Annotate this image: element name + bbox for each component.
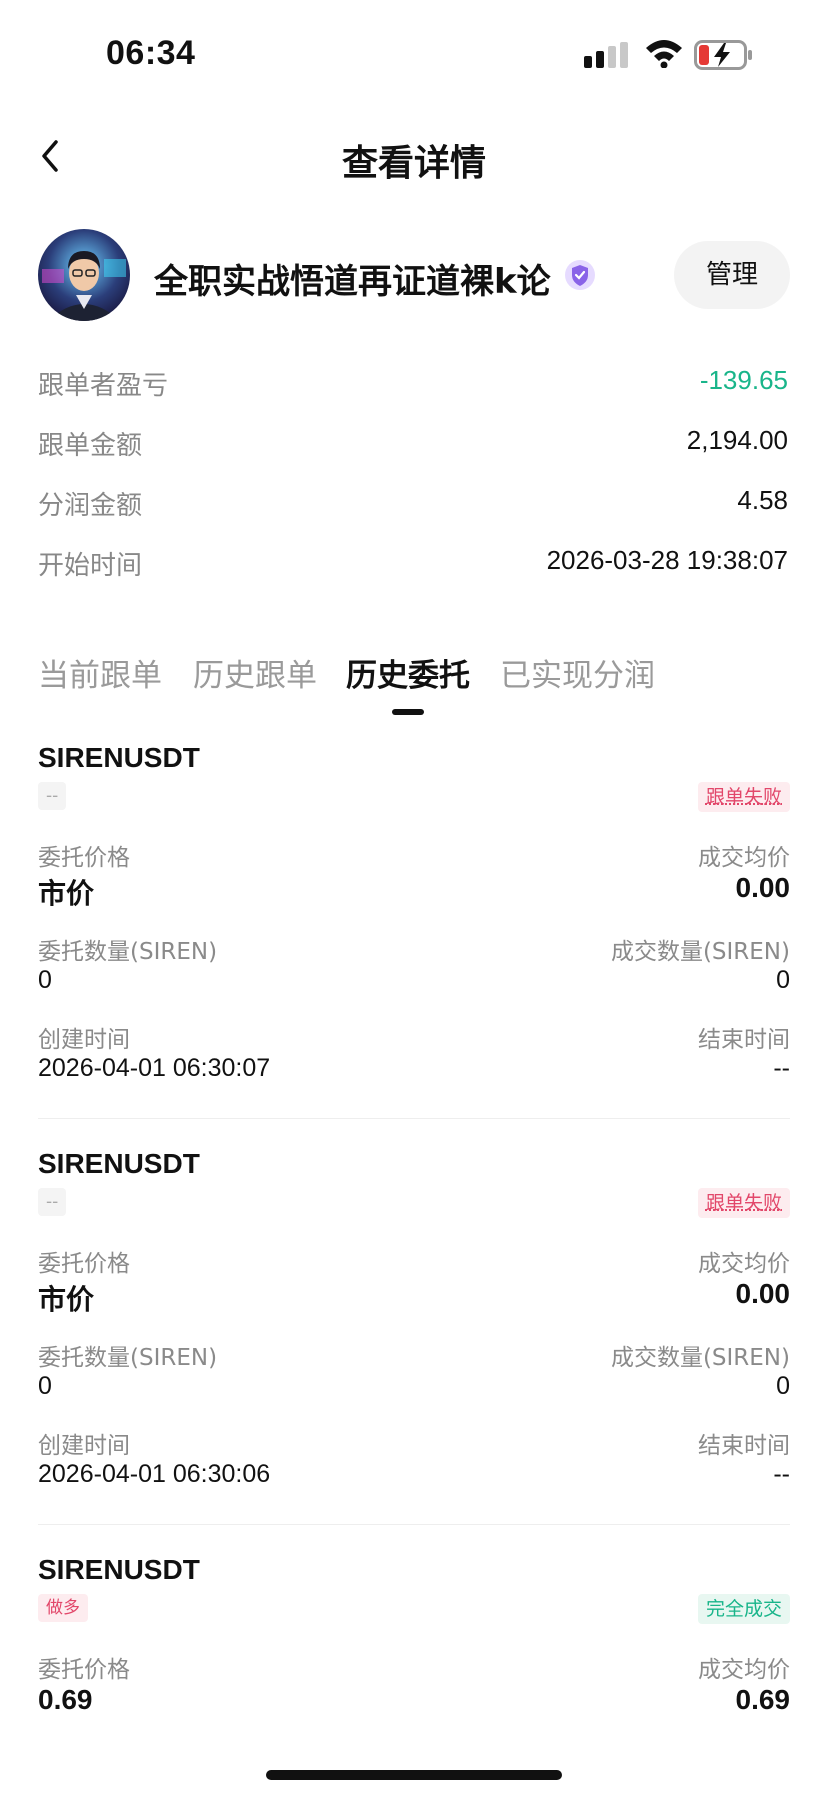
shield-badge-icon [565, 260, 595, 290]
stat-value-start-time: 2026-03-28 19:38:07 [546, 545, 788, 575]
order-price: 市价 [38, 878, 95, 909]
order-side-tag: 做多 [38, 1594, 88, 1622]
order-side-tag: -- [38, 782, 67, 810]
order-qty-label: 委托数量(SIREN) [38, 1345, 218, 1371]
order-ended-label: 结束时间 [698, 1027, 790, 1053]
order-created-label: 创建时间 [38, 1027, 130, 1053]
order-avg-price: 0.00 [735, 1278, 791, 1309]
stat-label-amount: 跟单金额 [38, 431, 143, 461]
tab-realized-profit-share[interactable]: 已实现分润 [500, 650, 655, 695]
stat-label-start-time: 开始时间 [38, 551, 143, 581]
order-card[interactable]: SIRENUSDT -- 跟单失败 委托价格 成交均价 市价 0.00 委托数量… [38, 1148, 790, 1508]
order-avg-price: 0.69 [735, 1684, 791, 1715]
order-price-label: 委托价格 [38, 1251, 130, 1277]
order-symbol: SIRENUSDT [38, 1148, 200, 1179]
stat-value-amount: 2,194.00 [686, 425, 788, 455]
order-status-tag[interactable]: 跟单失败 [697, 1188, 790, 1218]
manage-button[interactable]: 管理 [674, 241, 790, 309]
tab-current-copy[interactable]: 当前跟单 [38, 650, 162, 695]
order-avg-price-label: 成交均价 [698, 845, 790, 871]
order-ended-time: -- [773, 1054, 790, 1082]
order-filled-qty-label: 成交数量(SIREN) [610, 1345, 790, 1371]
order-created-time: 2026-04-01 06:30:07 [38, 1054, 271, 1082]
card-divider [38, 1524, 790, 1525]
order-qty-label: 委托数量(SIREN) [38, 939, 218, 965]
order-card[interactable]: SIRENUSDT 做多 完全成交 委托价格 成交均价 0.69 0.69 [38, 1554, 790, 1734]
trader-name: 全职实战悟道再证道裸k论 [154, 262, 551, 302]
tab-copy-history[interactable]: 历史跟单 [193, 650, 317, 695]
stat-label-pnl: 跟单者盈亏 [38, 371, 169, 401]
order-symbol: SIRENUSDT [38, 1554, 200, 1585]
order-ended-label: 结束时间 [698, 1433, 790, 1459]
order-price: 市价 [38, 1284, 95, 1315]
battery-charging-icon [694, 40, 752, 70]
stat-value-pnl: -139.65 [699, 365, 788, 395]
order-status-tag[interactable]: 完全成交 [697, 1594, 790, 1624]
card-divider [38, 1118, 790, 1119]
order-created-time: 2026-04-01 06:30:06 [38, 1460, 271, 1488]
order-filled-qty-label: 成交数量(SIREN) [610, 939, 790, 965]
order-avg-price: 0.00 [735, 872, 791, 903]
home-indicator[interactable] [266, 1770, 562, 1780]
page-title: 查看详情 [341, 143, 486, 184]
avatar[interactable] [38, 229, 130, 321]
order-filled-qty: 0 [776, 966, 790, 994]
tab-order-history[interactable]: 历史委托 [346, 650, 470, 695]
wifi-icon [646, 40, 682, 68]
order-symbol: SIRENUSDT [38, 742, 200, 773]
order-card[interactable]: SIRENUSDT -- 跟单失败 委托价格 成交均价 市价 0.00 委托数量… [38, 742, 790, 1102]
order-price: 0.69 [38, 1684, 93, 1715]
order-status-tag[interactable]: 跟单失败 [697, 782, 790, 812]
status-time: 06:34 [106, 34, 196, 72]
order-filled-qty: 0 [776, 1372, 790, 1400]
stat-value-profit-share: 4.58 [737, 485, 788, 515]
order-avg-price-label: 成交均价 [698, 1657, 790, 1683]
order-avg-price-label: 成交均价 [698, 1251, 790, 1277]
order-ended-time: -- [773, 1460, 790, 1488]
order-price-label: 委托价格 [38, 1657, 130, 1683]
active-tab-indicator [392, 709, 424, 715]
signal-icon [584, 42, 628, 68]
order-qty: 0 [38, 966, 52, 994]
order-qty: 0 [38, 1372, 52, 1400]
stat-label-profit-share: 分润金额 [38, 491, 143, 521]
order-price-label: 委托价格 [38, 845, 130, 871]
order-side-tag: -- [38, 1188, 67, 1216]
order-created-label: 创建时间 [38, 1433, 130, 1459]
